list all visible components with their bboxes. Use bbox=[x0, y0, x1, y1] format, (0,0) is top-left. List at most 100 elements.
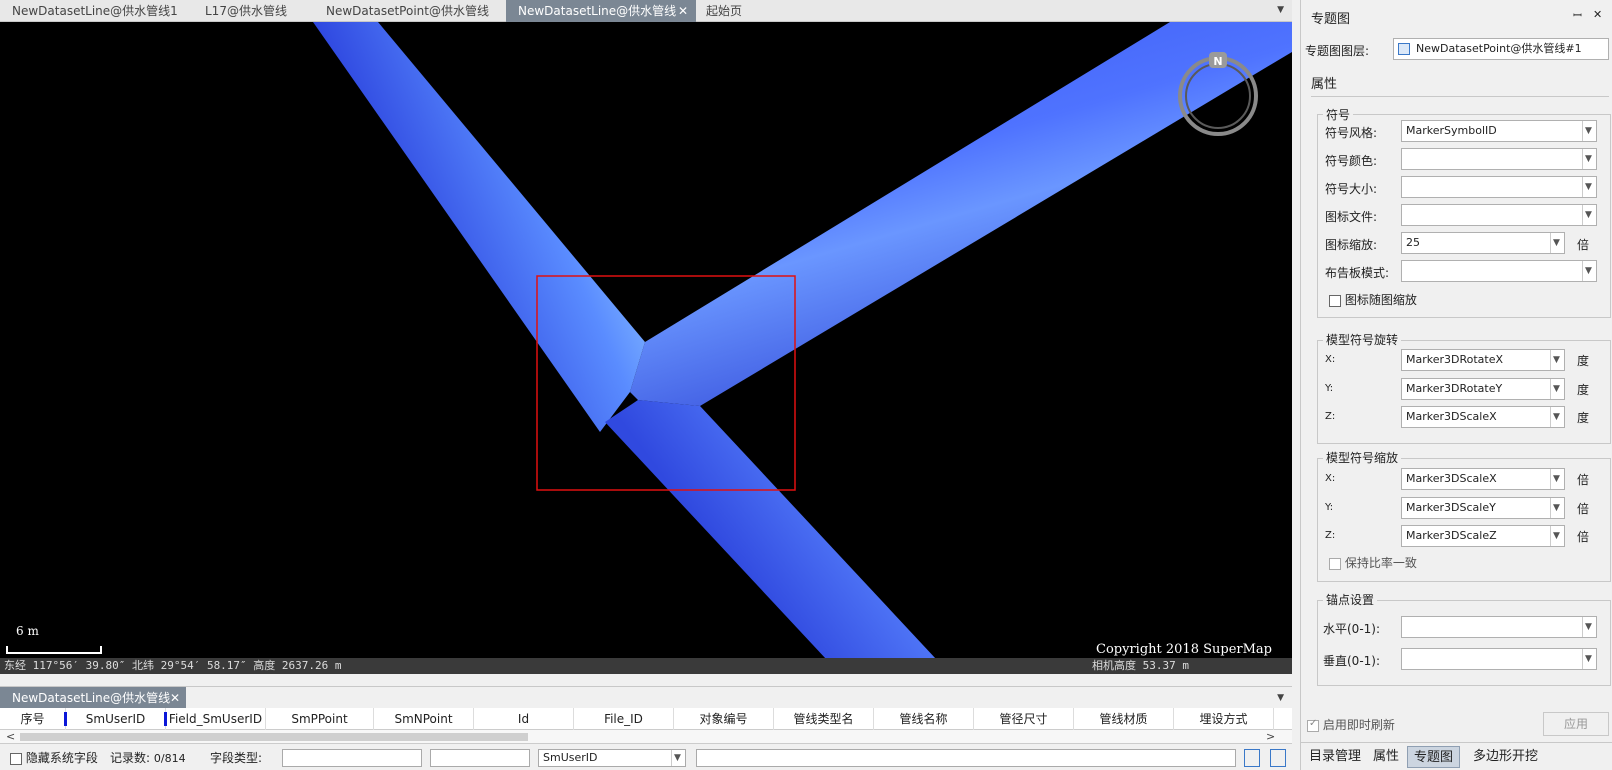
column-header-material[interactable]: 管线材质 bbox=[1074, 708, 1174, 730]
chevron-down-icon[interactable]: ▼ bbox=[1550, 407, 1562, 427]
pipe-scene-graphic bbox=[313, 22, 1292, 674]
scene-status-bar: 东经 117°56′ 39.80″ 北纬 29°54′ 58.17″ 高度 26… bbox=[0, 658, 1292, 674]
tab-newdatasetline-active[interactable]: NewDatasetLine@供水管线 ✕ bbox=[506, 0, 696, 22]
field-filter-input-1[interactable] bbox=[282, 749, 422, 767]
tab-start-page[interactable]: 起始页 bbox=[706, 0, 742, 22]
expression-input[interactable] bbox=[696, 749, 1236, 767]
column-header-index[interactable]: 序号 bbox=[0, 708, 66, 730]
keep-ratio-checkbox[interactable]: 保持比率一致 bbox=[1329, 554, 1417, 571]
tab-close-icon[interactable]: ✕ bbox=[678, 0, 688, 22]
column-header-smnpoint[interactable]: SmNPoint bbox=[374, 708, 474, 730]
checkbox-box[interactable] bbox=[1329, 294, 1341, 307]
chevron-down-icon[interactable]: ▼ bbox=[1550, 498, 1562, 518]
scroll-left-icon[interactable]: < bbox=[6, 730, 15, 744]
chevron-down-icon[interactable]: ▼ bbox=[1582, 149, 1594, 169]
symbol-size-select[interactable]: ▼ bbox=[1401, 176, 1597, 198]
panel-title: 专题图 bbox=[1311, 12, 1351, 27]
tab-l17[interactable]: L17@供水管线 bbox=[205, 0, 287, 22]
document-tab-bar: NewDatasetLine@供水管线1 L17@供水管线 NewDataset… bbox=[0, 0, 1292, 22]
chevron-down-icon[interactable]: ▼ bbox=[1582, 205, 1594, 225]
chevron-down-icon[interactable]: ▼ bbox=[1582, 261, 1594, 281]
chevron-down-icon[interactable]: ▼ bbox=[671, 750, 683, 766]
panel-close-icon[interactable]: ✕ bbox=[1593, 8, 1602, 21]
column-header-field-smuserid[interactable]: Field_SmUserID bbox=[166, 708, 266, 730]
column-header-file-id[interactable]: File_ID bbox=[574, 708, 674, 730]
chevron-down-icon[interactable]: ▼ bbox=[1582, 617, 1594, 637]
symbol-style-select[interactable]: MarkerSymbolID ▼ bbox=[1401, 120, 1597, 142]
anchor-horizontal-label: 水平(0-1): bbox=[1323, 622, 1381, 636]
checkbox-box[interactable] bbox=[1329, 557, 1341, 570]
icon-scale-select[interactable]: 25 ▼ bbox=[1401, 232, 1565, 254]
anchor-vertical-select[interactable]: ▼ bbox=[1401, 648, 1597, 670]
scale-z-select[interactable]: Marker3DScaleZ ▼ bbox=[1401, 525, 1565, 547]
scale-z-unit: 倍 bbox=[1577, 530, 1590, 544]
checkbox-box[interactable] bbox=[10, 752, 22, 765]
column-header-object-number[interactable]: 对象编号 bbox=[674, 708, 774, 730]
column-header-diameter[interactable]: 管径尺寸 bbox=[974, 708, 1074, 730]
realtime-refresh-checkbox[interactable]: ✓ 启用即时刷新 bbox=[1307, 716, 1395, 733]
chevron-down-icon[interactable]: ▼ bbox=[1550, 526, 1562, 546]
hide-system-fields-checkbox[interactable]: 隐藏系统字段 bbox=[10, 749, 98, 767]
rotate-x-select[interactable]: Marker3DRotateX ▼ bbox=[1401, 349, 1565, 371]
scale-y-value: Marker3DScaleY bbox=[1406, 501, 1496, 514]
horizontal-scrollbar[interactable]: < > bbox=[0, 730, 1292, 744]
rotate-z-select[interactable]: Marker3DScaleX ▼ bbox=[1401, 406, 1565, 428]
tab-catalog[interactable]: 目录管理 bbox=[1303, 746, 1367, 768]
chevron-down-icon[interactable]: ▼ bbox=[1582, 121, 1594, 141]
tab-attribute-table[interactable]: NewDatasetLine@供水管线 ✕ bbox=[0, 687, 186, 709]
column-header-burial-method[interactable]: 埋设方式 bbox=[1174, 708, 1274, 730]
scale-y-select[interactable]: Marker3DScaleY ▼ bbox=[1401, 497, 1565, 519]
compass-widget[interactable]: N bbox=[1175, 50, 1261, 136]
rotate-y-select[interactable]: Marker3DRotateY ▼ bbox=[1401, 378, 1565, 400]
tab-attributes[interactable]: 属性 bbox=[1367, 746, 1405, 768]
chevron-down-icon[interactable]: ▼ bbox=[1550, 469, 1562, 489]
compass-ring-icon: N bbox=[1178, 52, 1258, 136]
symbol-color-select[interactable]: ▼ bbox=[1401, 148, 1597, 170]
3d-scene-view[interactable]: N 6 m Copyright 2018 SuperMap bbox=[0, 22, 1292, 674]
chevron-down-icon[interactable]: ▼ bbox=[1550, 350, 1562, 370]
billboard-mode-select[interactable]: ▼ bbox=[1401, 260, 1597, 282]
tab-thematic-map[interactable]: 专题图 bbox=[1407, 746, 1461, 768]
column-header-pipe-type[interactable]: 管线类型名 bbox=[774, 708, 874, 730]
app-window: NewDatasetLine@供水管线1 L17@供水管线 NewDataset… bbox=[0, 0, 1612, 770]
chevron-down-icon[interactable]: ▼ bbox=[1582, 177, 1594, 197]
icon-scale-with-map-label: 图标随图缩放 bbox=[1344, 293, 1417, 307]
checkbox-box[interactable]: ✓ bbox=[1307, 718, 1319, 732]
field-select-value: SmUserID bbox=[543, 751, 598, 764]
attribute-table-tabbar: NewDatasetLine@供水管线 ✕ ▼ bbox=[0, 686, 1292, 709]
rotate-x-unit: 度 bbox=[1577, 354, 1590, 368]
billboard-mode-label: 布告板模式: bbox=[1325, 266, 1390, 280]
split-horizontal-icon[interactable] bbox=[1270, 749, 1286, 767]
camera-height-readout: 相机高度 53.37 m bbox=[1092, 659, 1189, 672]
field-filter-input-2[interactable] bbox=[430, 749, 530, 767]
tab-properties[interactable]: 属性 bbox=[1311, 73, 1609, 97]
tab-label: NewDatasetLine@供水管线 bbox=[518, 4, 677, 18]
attribute-tab-close-icon[interactable]: ✕ bbox=[170, 687, 180, 709]
layer-select[interactable]: NewDatasetPoint@供水管线#1 bbox=[1393, 38, 1609, 60]
pin-icon[interactable]: ꟷ bbox=[1573, 8, 1582, 23]
tab-newdatasetpoint[interactable]: NewDatasetPoint@供水管线 bbox=[326, 0, 489, 22]
rotate-y-unit: 度 bbox=[1577, 383, 1590, 397]
scale-z-label: Z: bbox=[1325, 530, 1336, 541]
tab-polygon-excavation[interactable]: 多边形开挖 bbox=[1467, 746, 1544, 768]
tab-newdatasetline1[interactable]: NewDatasetLine@供水管线1 bbox=[12, 0, 178, 22]
icon-file-select[interactable]: ▼ bbox=[1401, 204, 1597, 226]
scrollbar-thumb[interactable] bbox=[20, 733, 528, 741]
column-header-pipe-name[interactable]: 管线名称 bbox=[874, 708, 974, 730]
column-header-smppoint[interactable]: SmPPoint bbox=[266, 708, 374, 730]
column-header-id[interactable]: Id bbox=[474, 708, 574, 730]
chevron-down-icon[interactable]: ▼ bbox=[1582, 649, 1594, 669]
chevron-down-icon[interactable]: ▼ bbox=[1550, 233, 1562, 253]
field-type-label: 字段类型: bbox=[210, 751, 263, 765]
column-header-smuserid[interactable]: SmUserID bbox=[66, 708, 166, 730]
attribute-tab-dropdown-icon[interactable]: ▼ bbox=[1277, 687, 1284, 709]
icon-scale-with-map-checkbox[interactable]: 图标随图缩放 bbox=[1329, 291, 1417, 308]
anchor-horizontal-select[interactable]: ▼ bbox=[1401, 616, 1597, 638]
scale-x-select[interactable]: Marker3DScaleX ▼ bbox=[1401, 468, 1565, 490]
chevron-down-icon[interactable]: ▼ bbox=[1550, 379, 1562, 399]
scroll-right-icon[interactable]: > bbox=[1266, 730, 1275, 744]
tab-list-dropdown-icon[interactable]: ▼ bbox=[1277, 0, 1284, 20]
field-select[interactable]: SmUserID ▼ bbox=[538, 749, 686, 767]
apply-button[interactable]: 应用 bbox=[1543, 712, 1609, 736]
split-vertical-icon[interactable] bbox=[1244, 749, 1260, 767]
